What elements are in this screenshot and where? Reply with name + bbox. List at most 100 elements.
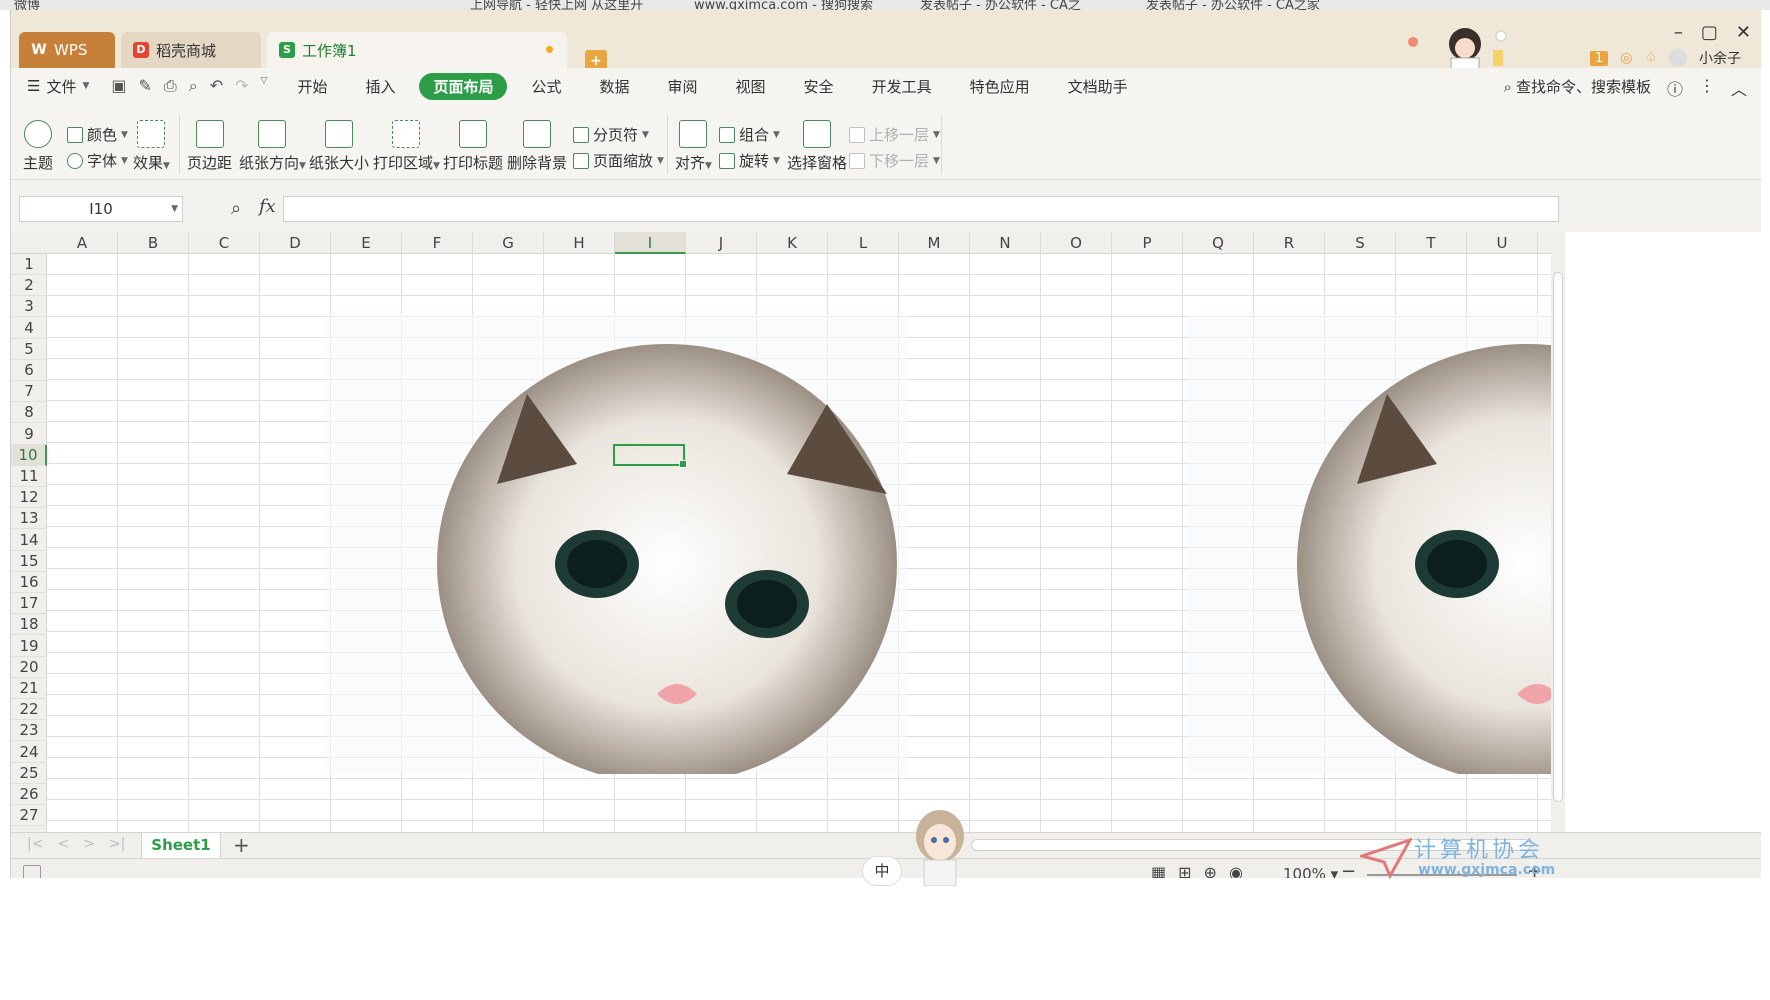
row-header-9[interactable]: 9 bbox=[11, 424, 47, 445]
tab-formulas[interactable]: 公式 bbox=[517, 73, 575, 100]
tab-page-layout[interactable]: 页面布局 bbox=[419, 72, 508, 100]
tab-daoke-store[interactable]: D 稻壳商城 bbox=[121, 32, 261, 68]
zoom-formula-icon[interactable]: ⌕ bbox=[231, 198, 241, 219]
browser-tab[interactable]: 发表帖子 - 办公软件 - CA之 bbox=[920, 0, 1081, 10]
cloud-sync-icon[interactable]: ◎ bbox=[1620, 50, 1632, 66]
vertical-scrollbar[interactable] bbox=[1551, 232, 1565, 832]
row-header-1[interactable]: 1 bbox=[11, 254, 47, 275]
avatar[interactable] bbox=[1669, 49, 1687, 67]
margins-button[interactable]: 页边距 bbox=[187, 120, 232, 173]
column-header-o[interactable]: O bbox=[1041, 232, 1112, 254]
command-search[interactable]: ⌕ 查找命令、搜索模板 bbox=[1504, 76, 1651, 97]
cell-area[interactable] bbox=[47, 254, 1551, 832]
row-header-19[interactable]: 19 bbox=[11, 636, 47, 657]
row-header-16[interactable]: 16 bbox=[11, 572, 47, 593]
column-header-n[interactable]: N bbox=[970, 232, 1041, 254]
tab-review[interactable]: 审阅 bbox=[654, 73, 712, 100]
row-header-6[interactable]: 6 bbox=[11, 360, 47, 381]
row-header-24[interactable]: 24 bbox=[11, 742, 47, 763]
browser-tab[interactable]: www.gximca.com - 搜狗搜索 bbox=[694, 0, 873, 10]
row-header-12[interactable]: 12 bbox=[11, 487, 47, 509]
column-header-m[interactable]: M bbox=[899, 232, 970, 254]
fx-icon[interactable]: fx bbox=[259, 196, 276, 217]
column-header-a[interactable]: A bbox=[47, 232, 118, 254]
row-header-3[interactable]: 3 bbox=[11, 296, 47, 318]
sheet-tab-sheet1[interactable]: Sheet1 bbox=[141, 833, 221, 858]
row-header-26[interactable]: 26 bbox=[11, 784, 47, 805]
maximize-icon[interactable]: ▢ bbox=[1701, 22, 1718, 43]
font-button[interactable]: 字体 ▼ bbox=[67, 150, 128, 171]
file-menu-button[interactable]: ☰ 文件 ▼ bbox=[27, 76, 89, 97]
column-header-d[interactable]: D bbox=[260, 232, 331, 254]
column-header-b[interactable]: B bbox=[118, 232, 189, 254]
row-header-10[interactable]: 10 bbox=[11, 444, 47, 466]
name-box[interactable]: I10 ▼ bbox=[19, 196, 183, 222]
column-header-l[interactable]: L bbox=[828, 232, 899, 254]
minimize-icon[interactable]: – bbox=[1674, 22, 1683, 43]
print-icon[interactable]: ⎙ bbox=[164, 76, 177, 96]
customize-toolbar-icon[interactable]: ▽ bbox=[261, 76, 268, 96]
page-scale-button[interactable]: 页面缩放 ▼ bbox=[573, 150, 664, 171]
tab-view[interactable]: 视图 bbox=[722, 73, 780, 100]
ime-indicator[interactable]: 中 bbox=[862, 856, 902, 886]
row-header-4[interactable]: 4 bbox=[11, 318, 47, 339]
row-header-20[interactable]: 20 bbox=[11, 657, 47, 678]
rotate-button[interactable]: 旋转 ▼ bbox=[719, 150, 780, 171]
print-titles-button[interactable]: 打印标题 bbox=[443, 120, 503, 173]
tab-developer[interactable]: 开发工具 bbox=[858, 73, 946, 100]
next-sheet-icon[interactable]: > bbox=[83, 836, 95, 852]
save-icon[interactable]: ▣ bbox=[111, 76, 126, 96]
browser-tab[interactable]: 上网导航 - 轻快上网 从这里开 bbox=[470, 0, 643, 10]
row-header-22[interactable]: 22 bbox=[11, 699, 47, 721]
row-header-13[interactable]: 13 bbox=[11, 508, 47, 530]
add-sheet-button[interactable]: + bbox=[233, 833, 250, 857]
row-header-2[interactable]: 2 bbox=[11, 275, 47, 297]
send-backward-button[interactable]: 下移一层 ▼ bbox=[849, 150, 940, 171]
notification-badge[interactable]: 1 bbox=[1589, 50, 1609, 66]
row-header-25[interactable]: 25 bbox=[11, 763, 47, 784]
group-button[interactable]: 组合 ▼ bbox=[719, 124, 780, 145]
row-header-27[interactable]: 27 bbox=[11, 805, 47, 827]
column-header-e[interactable]: E bbox=[331, 232, 402, 254]
bring-forward-button[interactable]: 上移一层 ▼ bbox=[849, 124, 940, 145]
scrollbar-thumb[interactable] bbox=[1553, 272, 1563, 802]
row-header-18[interactable]: 18 bbox=[11, 614, 47, 636]
selection-pane-button[interactable]: 选择窗格 bbox=[787, 120, 847, 173]
orientation-button[interactable]: 纸张方向▼ bbox=[239, 120, 306, 173]
column-header-j[interactable]: J bbox=[686, 232, 757, 254]
row-header-14[interactable]: 14 bbox=[11, 530, 47, 551]
user-name[interactable]: 小余子 bbox=[1699, 48, 1741, 68]
tab-security[interactable]: 安全 bbox=[790, 73, 848, 100]
tab-special-apps[interactable]: 特色应用 bbox=[956, 73, 1044, 100]
print-preview-icon[interactable]: ⌕ bbox=[189, 76, 198, 96]
active-cell-i10[interactable] bbox=[613, 444, 687, 468]
delete-background-button[interactable]: 删除背景 bbox=[507, 120, 567, 173]
row-header-8[interactable]: 8 bbox=[11, 402, 47, 424]
row-header-7[interactable]: 7 bbox=[11, 381, 47, 403]
collapse-ribbon-icon[interactable]: ︿ bbox=[1731, 76, 1747, 100]
undo-icon[interactable]: ↶ bbox=[210, 76, 223, 96]
row-header-11[interactable]: 11 bbox=[11, 466, 47, 487]
tab-home[interactable]: 开始 bbox=[283, 73, 341, 100]
column-header-i[interactable]: I bbox=[615, 232, 686, 254]
column-header-r[interactable]: R bbox=[1254, 232, 1325, 254]
tab-doc-assistant[interactable]: 文档助手 bbox=[1054, 73, 1142, 100]
column-header-q[interactable]: Q bbox=[1183, 232, 1254, 254]
formula-input[interactable] bbox=[283, 196, 1559, 222]
print-area-button[interactable]: 打印区域▼ bbox=[373, 120, 440, 173]
row-header-15[interactable]: 15 bbox=[11, 551, 47, 572]
browser-tab[interactable]: 发表帖子 - 办公软件 - CA之家 bbox=[1146, 0, 1320, 10]
tab-wps[interactable]: W WPS bbox=[19, 32, 115, 68]
format-painter-icon[interactable]: ✎ bbox=[139, 76, 152, 96]
help-icon[interactable]: ⓘ bbox=[1667, 76, 1683, 100]
column-header-k[interactable]: K bbox=[757, 232, 828, 254]
column-header-p[interactable]: P bbox=[1112, 232, 1183, 254]
tab-insert[interactable]: 插入 bbox=[351, 73, 409, 100]
theme-button[interactable]: 主题 bbox=[23, 120, 53, 173]
first-sheet-icon[interactable]: |< bbox=[27, 836, 43, 852]
row-header-5[interactable]: 5 bbox=[11, 339, 47, 360]
column-header-g[interactable]: G bbox=[473, 232, 544, 254]
column-header-s[interactable]: S bbox=[1325, 232, 1396, 254]
paper-size-button[interactable]: 纸张大小 bbox=[309, 120, 369, 173]
column-header-t[interactable]: T bbox=[1396, 232, 1467, 254]
